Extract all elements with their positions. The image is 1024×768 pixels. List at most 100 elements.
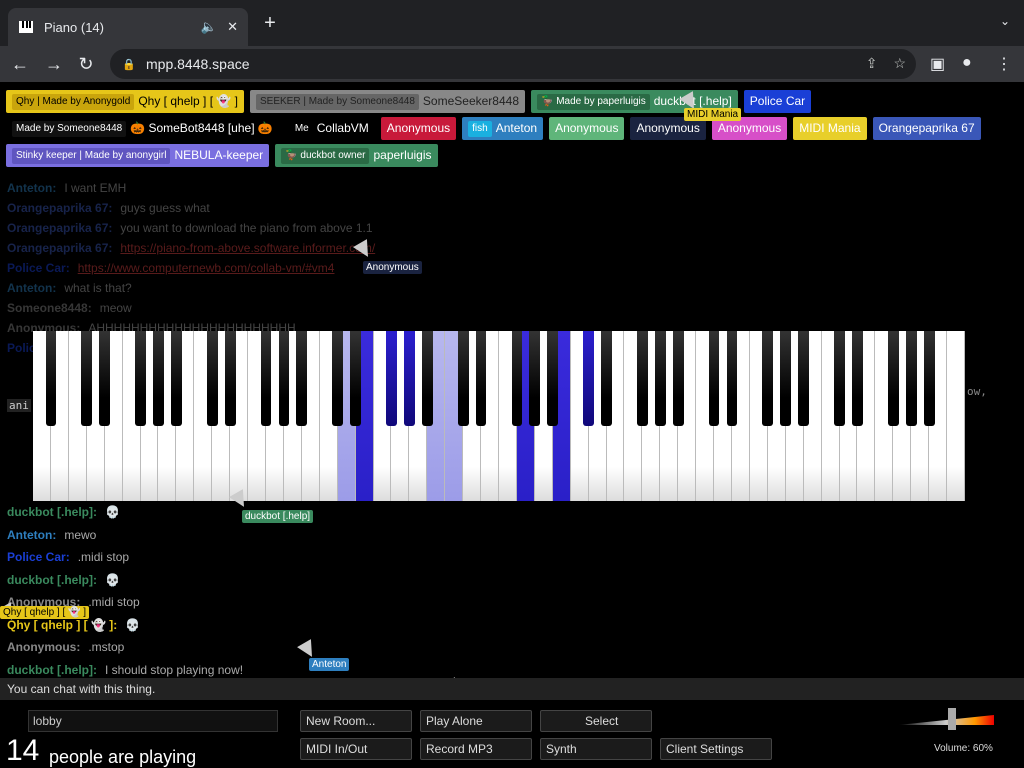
chat-fragment: ani	[7, 399, 31, 412]
play-alone-button[interactable]: Play Alone	[420, 710, 532, 732]
black-key[interactable]	[601, 331, 612, 426]
black-key[interactable]	[135, 331, 146, 426]
chat-input[interactable]: You can chat with this thing.	[0, 678, 1024, 700]
black-key[interactable]	[780, 331, 792, 426]
browser-tab-bar: Piano (14) 🔈 ✕ + ⌄	[0, 0, 1024, 46]
chat-text: I should stop playing now!	[105, 662, 244, 677]
black-key[interactable]	[798, 331, 810, 426]
select-button[interactable]: Select	[540, 710, 652, 732]
new-tab-button[interactable]: +	[259, 12, 281, 34]
black-key[interactable]	[99, 331, 111, 426]
volume-slider-track[interactable]	[898, 715, 994, 725]
black-key[interactable]	[511, 331, 523, 426]
volume-slider-handle[interactable]	[947, 708, 956, 730]
black-key[interactable]	[726, 331, 738, 426]
cursor-label: duckbot [.help]	[242, 510, 314, 523]
black-key[interactable]	[350, 331, 361, 426]
back-icon[interactable]: ←	[8, 52, 32, 76]
chat-author: Anteton:	[7, 281, 57, 295]
piano-keyboard[interactable]	[33, 331, 965, 501]
black-key[interactable]	[923, 331, 935, 426]
cursor-label: MIDI Mania	[684, 108, 742, 121]
cursor-label: Anonymous	[363, 261, 422, 274]
user-badge[interactable]: MIDI Mania	[793, 117, 867, 140]
black-key[interactable]	[457, 331, 469, 426]
user-badge[interactable]: Stinky keeper | Made by anonygirl NEBULA-…	[6, 144, 270, 167]
user-row: Qhy | Made by Anonygold Qhy [ qhelp ] [ 👻…	[6, 90, 906, 113]
black-key[interactable]	[834, 331, 845, 426]
white-key[interactable]	[947, 331, 965, 501]
close-tab-icon[interactable]: ✕	[227, 19, 238, 35]
black-key[interactable]	[81, 331, 93, 426]
black-key[interactable]	[529, 331, 541, 426]
client-settings-button[interactable]: Client Settings	[660, 738, 772, 760]
black-key[interactable]	[206, 331, 218, 426]
record-button[interactable]: Record MP3	[420, 738, 532, 760]
black-key[interactable]	[278, 331, 290, 426]
black-key[interactable]	[45, 331, 57, 426]
menu-icon[interactable]: ⋮	[996, 54, 1012, 74]
black-key[interactable]	[547, 331, 559, 426]
black-key[interactable]	[171, 331, 182, 426]
share-icon[interactable]: ⇪	[866, 55, 878, 72]
black-key[interactable]	[637, 331, 648, 426]
browser-toolbar: ← → ↻ 🔒 mpp.8448.space ⇪ ☆ ▣ ● ⋮	[0, 46, 1024, 82]
midi-button[interactable]: MIDI In/Out	[300, 738, 412, 760]
profile-icon[interactable]: ●	[962, 54, 972, 72]
user-badge[interactable]: SEEKER | Made by Someone8448 SomeSeeker84…	[250, 90, 525, 113]
new-room-button[interactable]: New Room...	[300, 710, 412, 732]
black-key[interactable]	[386, 331, 397, 426]
black-key[interactable]	[905, 331, 917, 426]
black-key[interactable]	[296, 331, 308, 426]
user-badge[interactable]: Anonymous	[549, 117, 625, 140]
black-key[interactable]	[887, 331, 899, 426]
forward-icon[interactable]: →	[42, 52, 66, 76]
user-badge[interactable]: fish Anteton	[462, 117, 544, 140]
chat-message: Orangepaprika 67: you want to download th…	[7, 218, 447, 238]
bottom-bar: lobby 14 people are playing New Room... …	[0, 700, 1024, 768]
user-badge[interactable]: 🦆 duckbot owner paperluigis	[275, 144, 438, 167]
url-text: mpp.8448.space	[146, 56, 250, 72]
black-key[interactable]	[708, 331, 720, 426]
chat-text: meow	[99, 301, 132, 315]
black-key[interactable]	[153, 331, 164, 426]
chat-author: Police Car:	[7, 261, 70, 275]
black-key[interactable]	[852, 331, 863, 426]
star-icon[interactable]: ☆	[893, 55, 906, 72]
reload-icon[interactable]: ↻	[74, 52, 98, 76]
chat-link[interactable]: https://www.computernewb.com/collab-vm/#…	[78, 261, 335, 275]
user-tag: Made by Someone8448	[12, 120, 127, 137]
speaker-icon[interactable]: 🔈	[201, 19, 217, 35]
black-key[interactable]	[404, 331, 415, 426]
black-key[interactable]	[762, 331, 774, 426]
user-tag: 🦆 Made by paperluigis	[537, 93, 650, 110]
user-badge[interactable]: Police Car	[743, 90, 812, 113]
user-badge[interactable]: Made by Someone8448 🎃 SomeBot8448 [uhe] 🎃	[6, 117, 279, 140]
chat-author: Anonymous:	[7, 640, 81, 654]
user-badge[interactable]: Me CollabVM	[284, 117, 375, 140]
address-bar[interactable]: 🔒 mpp.8448.space ⇪ ☆	[110, 49, 916, 79]
sidepanel-icon[interactable]: ▣	[930, 54, 945, 74]
user-badge[interactable]: Anonymous	[380, 117, 457, 140]
black-key[interactable]	[332, 331, 344, 426]
black-key[interactable]	[224, 331, 236, 426]
user-badge[interactable]: Qhy | Made by Anonygold Qhy [ qhelp ] [ 👻…	[6, 90, 244, 113]
chat-link[interactable]: https://piano-from-above.software.inform…	[120, 241, 375, 255]
synth-button[interactable]: Synth	[540, 738, 652, 760]
user-badge[interactable]: Orangepaprika 67	[872, 117, 981, 140]
user-name: CollabVM	[316, 121, 369, 135]
chat-text: mewo	[64, 527, 97, 542]
black-key[interactable]	[260, 331, 272, 426]
room-select[interactable]: lobby	[28, 710, 278, 732]
user-name: Orangepaprika 67	[878, 121, 975, 135]
cursor-label: Qhy [ qhelp ] [ 👻 ]	[0, 606, 90, 619]
black-key[interactable]	[654, 331, 666, 426]
black-key[interactable]	[583, 331, 594, 426]
black-key[interactable]	[475, 331, 487, 426]
browser-tab[interactable]: Piano (14) 🔈 ✕	[8, 8, 248, 46]
chat-author: duckbot [.help]:	[7, 572, 97, 587]
chevron-down-icon[interactable]: ⌄	[1000, 14, 1010, 28]
black-key[interactable]	[421, 331, 433, 426]
chat-text: .midi stop	[88, 595, 140, 609]
black-key[interactable]	[672, 331, 684, 426]
